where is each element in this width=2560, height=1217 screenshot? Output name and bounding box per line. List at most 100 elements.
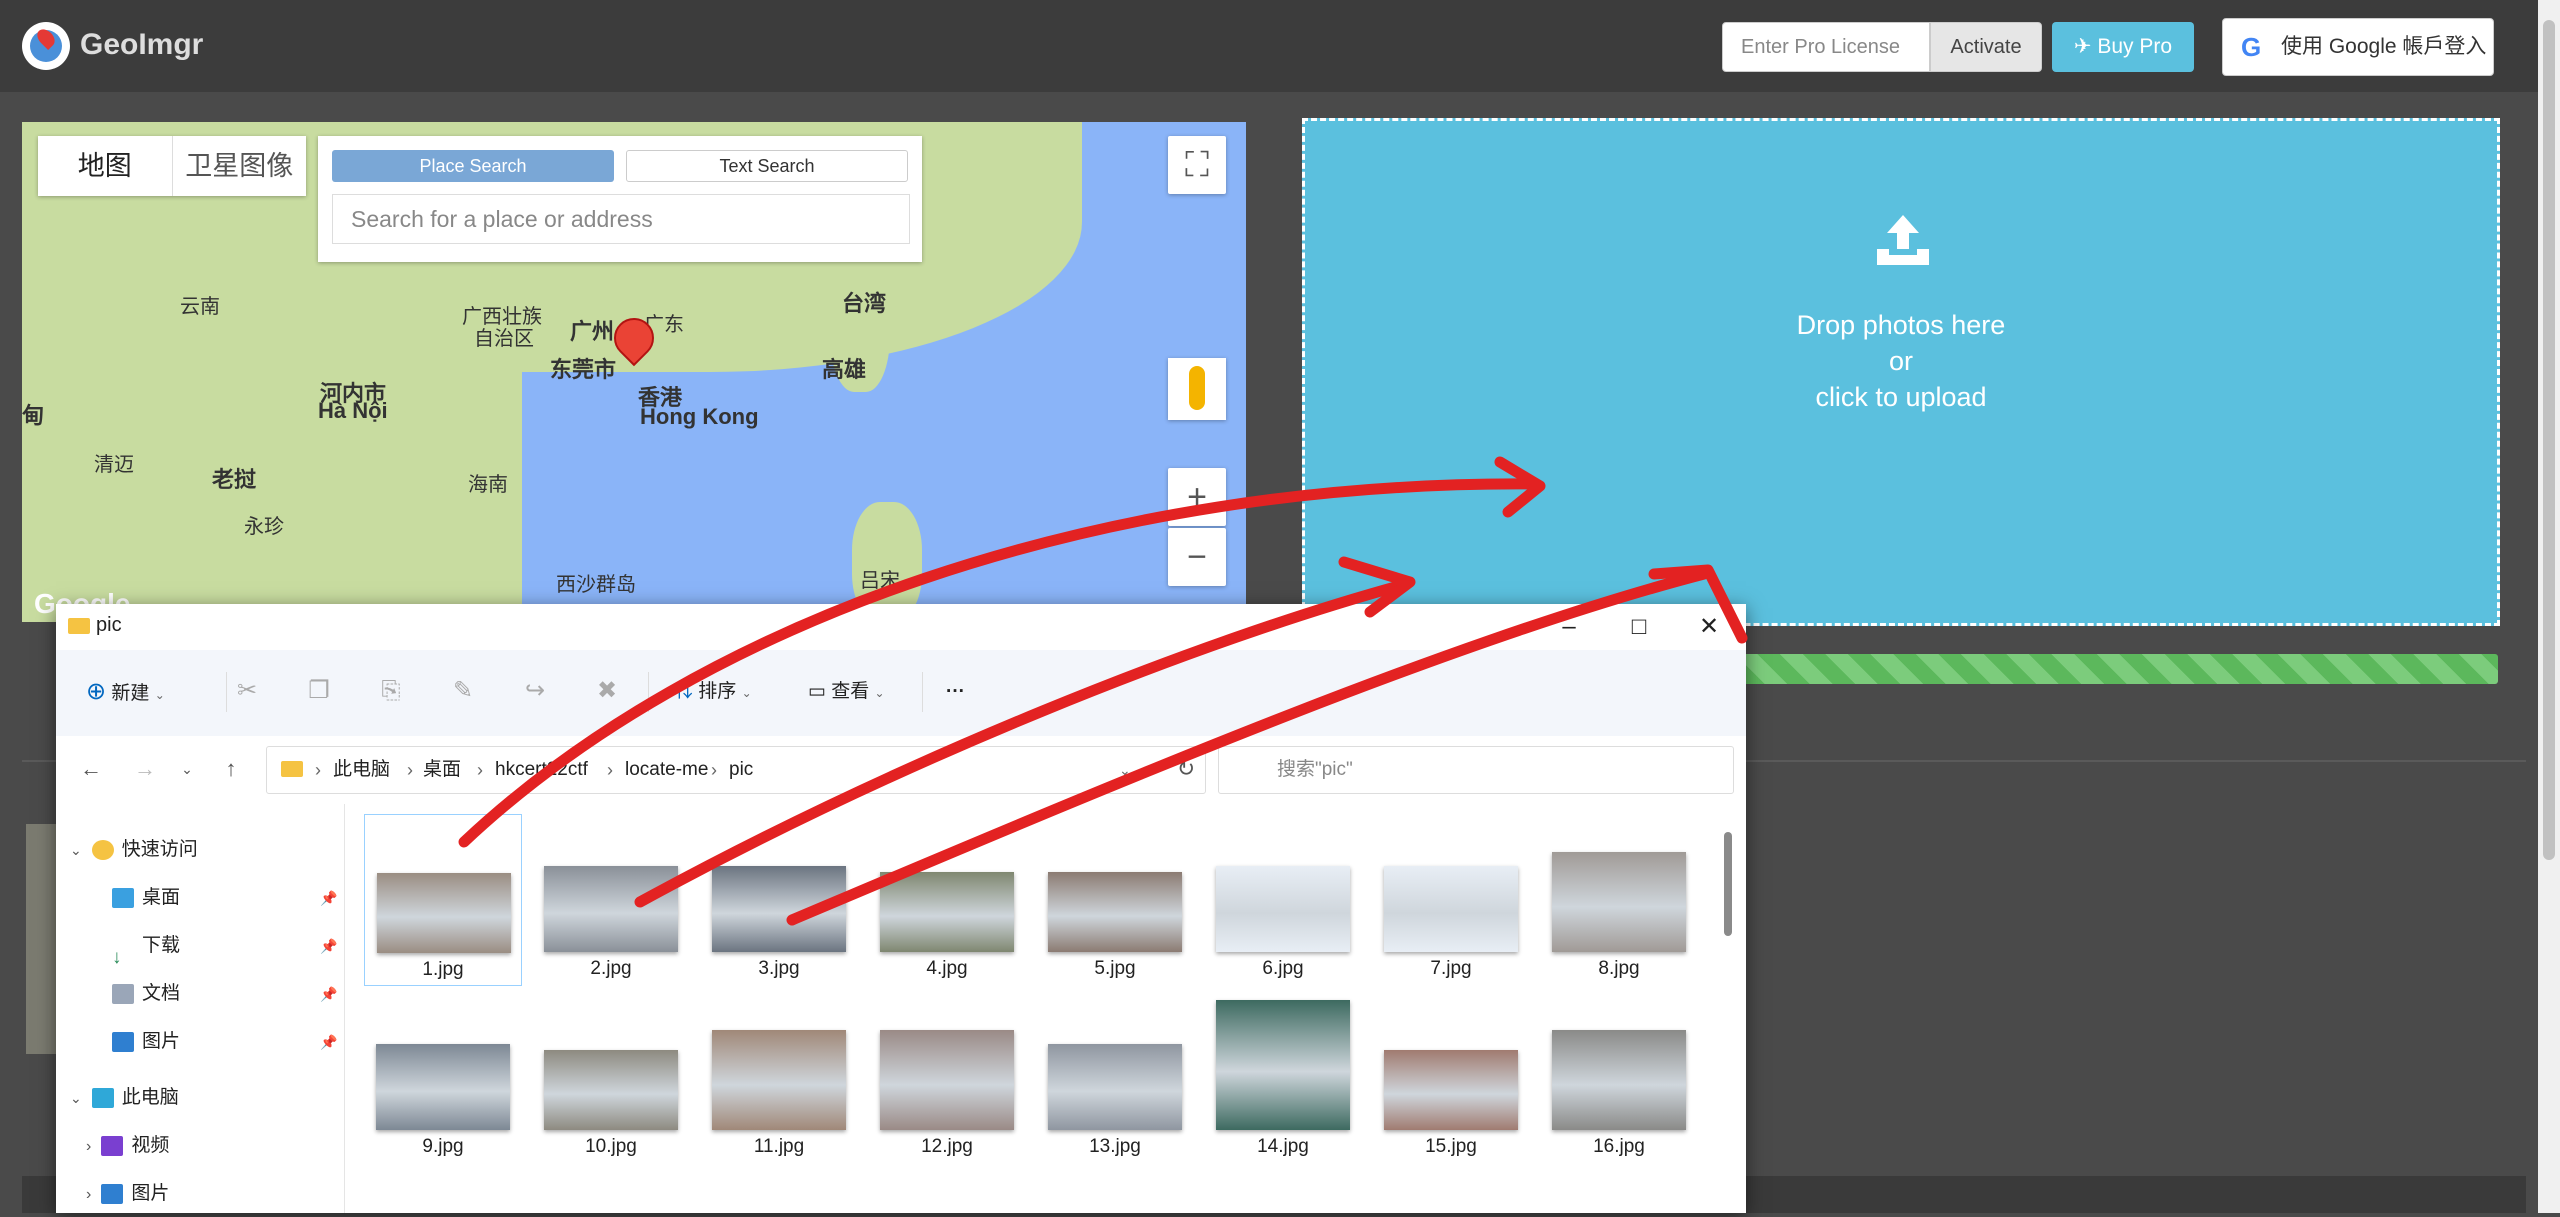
share-icon[interactable]: ↪ bbox=[520, 676, 550, 706]
top-navbar: GeoImgr Enter Pro License Activate ✈ Buy… bbox=[0, 0, 2538, 92]
computer-icon bbox=[91, 1087, 114, 1108]
chevron-down-icon[interactable]: ⌄ bbox=[1119, 747, 1131, 793]
breadcrumb-item[interactable]: 此电脑 bbox=[333, 747, 390, 793]
file-item[interactable]: 7.jpg bbox=[1372, 814, 1530, 986]
activate-button[interactable]: Activate bbox=[1930, 22, 2042, 72]
more-options-button[interactable]: ··· bbox=[946, 672, 965, 712]
view-button[interactable]: ▭ 查看 ⌄ bbox=[808, 672, 885, 712]
maximize-icon[interactable]: □ bbox=[1604, 604, 1674, 650]
file-name: 14.jpg bbox=[1257, 1136, 1309, 1157]
nav-videos[interactable]: › 视频 bbox=[86, 1124, 169, 1168]
new-label: 新建 bbox=[111, 683, 150, 704]
map-place-label: 清迈 bbox=[94, 454, 134, 476]
address-bar-row: ← → ⌄ ↑ › 此电脑 › 桌面 › hkcert22ctf › locat… bbox=[56, 736, 1746, 804]
file-name: 13.jpg bbox=[1089, 1136, 1141, 1157]
file-name: 6.jpg bbox=[1262, 958, 1304, 979]
image-thumbnail bbox=[1552, 852, 1686, 952]
fullscreen-icon[interactable]: ⛶ bbox=[1168, 136, 1226, 194]
nav-pictures[interactable]: 图片 bbox=[112, 1020, 180, 1064]
file-item[interactable]: 11.jpg bbox=[700, 992, 858, 1164]
street-view-pegman-icon[interactable] bbox=[1168, 358, 1226, 420]
nav-desktop[interactable]: 桌面 bbox=[112, 876, 180, 920]
pictures-icon bbox=[101, 1183, 124, 1204]
delete-icon[interactable]: ✖ bbox=[592, 676, 622, 706]
close-icon[interactable]: ✕ bbox=[1674, 604, 1744, 650]
file-item[interactable]: 4.jpg bbox=[868, 814, 1026, 986]
file-item[interactable]: 13.jpg bbox=[1036, 992, 1194, 1164]
chevron-down-icon: ⌄ bbox=[741, 686, 752, 700]
new-button[interactable]: ⊕ 新建 ⌄ bbox=[86, 672, 165, 712]
page-scrollbar-thumb[interactable] bbox=[2543, 20, 2555, 860]
file-item[interactable]: 14.jpg bbox=[1204, 992, 1362, 1164]
map-type-satellite-button[interactable]: 卫星图像 bbox=[173, 136, 307, 196]
nav-documents[interactable]: 文档 bbox=[112, 972, 180, 1016]
file-item[interactable]: 9.jpg bbox=[364, 992, 522, 1164]
chevron-down-icon: ⌄ bbox=[874, 686, 885, 700]
rename-icon[interactable]: ✎ bbox=[448, 676, 478, 706]
back-arrow-icon[interactable]: ← bbox=[76, 754, 106, 784]
zoom-out-button[interactable]: − bbox=[1168, 528, 1226, 586]
pro-license-input[interactable]: Enter Pro License bbox=[1722, 22, 1930, 72]
sort-icon: ⇅ bbox=[674, 681, 694, 702]
pin-icon[interactable]: 📌 bbox=[320, 938, 337, 955]
nav-this-pc[interactable]: ⌄ 此电脑 bbox=[70, 1076, 179, 1120]
up-arrow-icon[interactable]: ↑ bbox=[216, 754, 246, 784]
forward-arrow-icon[interactable]: → bbox=[130, 754, 160, 784]
map-place-label: 吕宋 bbox=[860, 570, 900, 592]
text-search-button[interactable]: Text Search bbox=[626, 150, 908, 182]
breadcrumb-item[interactable]: hkcert22ctf bbox=[495, 747, 588, 793]
place-search-button[interactable]: Place Search bbox=[332, 150, 614, 182]
image-thumbnail bbox=[1216, 866, 1350, 952]
map-place-label: 永珍 bbox=[244, 516, 284, 538]
pin-icon[interactable]: 📌 bbox=[320, 1034, 337, 1051]
file-item[interactable]: 8.jpg bbox=[1540, 814, 1698, 986]
map-type-map-button[interactable]: 地图 bbox=[38, 136, 173, 196]
breadcrumb-item[interactable]: 桌面 bbox=[423, 747, 461, 793]
breadcrumb-item[interactable]: locate-me bbox=[625, 747, 708, 793]
file-item[interactable]: 10.jpg bbox=[532, 992, 690, 1164]
geoimgr-logo[interactable] bbox=[22, 22, 70, 70]
file-explorer-window[interactable]: pic – □ ✕ ⊕ 新建 ⌄ ✂ ❐ ⎘ ✎ ↪ ✖ ⇅ 排序 ⌄ ▭ 查看… bbox=[56, 604, 1746, 1213]
upload-progress-bar bbox=[1742, 654, 2498, 684]
pin-icon[interactable]: 📌 bbox=[320, 986, 337, 1003]
map-view[interactable]: 云南 广西壮族 自治区 广州 广东 东莞市 香港 Hong Kong 台湾 高雄 河内市 Hà Nội… bbox=[22, 122, 1246, 622]
copy-icon[interactable]: ❐ bbox=[304, 676, 334, 706]
file-name: 1.jpg bbox=[422, 959, 464, 980]
pin-icon[interactable]: 📌 bbox=[320, 890, 337, 907]
file-item[interactable]: 3.jpg bbox=[700, 814, 858, 986]
file-item[interactable]: 15.jpg bbox=[1372, 992, 1530, 1164]
cut-icon[interactable]: ✂ bbox=[232, 676, 262, 706]
google-signin-button[interactable]: G 使用 Google 帳戶登入 bbox=[2222, 18, 2494, 76]
file-grid: 1.jpg 2.jpg 3.jpg 4.jpg 5.jpg 6.jpg 7.jpg 8.jpg… bbox=[364, 814, 1720, 1213]
file-item[interactable]: 1.jpg bbox=[364, 814, 522, 986]
image-thumbnail bbox=[1048, 1044, 1182, 1130]
file-item[interactable]: 16.jpg bbox=[1540, 992, 1698, 1164]
map-search-input[interactable]: Search for a place or address bbox=[332, 194, 910, 244]
file-list-scrollbar-thumb[interactable] bbox=[1724, 832, 1732, 936]
chevron-right-icon: › bbox=[315, 760, 321, 780]
nav-pictures-pc[interactable]: › 图片 bbox=[86, 1172, 169, 1216]
sort-button[interactable]: ⇅ 排序 ⌄ bbox=[674, 672, 752, 712]
file-item[interactable]: 6.jpg bbox=[1204, 814, 1362, 986]
file-item[interactable]: 2.jpg bbox=[532, 814, 690, 986]
explorer-titlebar[interactable]: pic – □ ✕ bbox=[56, 604, 1746, 650]
recent-locations-icon[interactable]: ⌄ bbox=[172, 754, 202, 784]
refresh-icon[interactable]: ↻ bbox=[1166, 746, 1206, 792]
file-item[interactable]: 12.jpg bbox=[868, 992, 1026, 1164]
paste-icon[interactable]: ⎘ bbox=[376, 676, 406, 706]
brand-name[interactable]: GeoImgr bbox=[80, 28, 203, 62]
nav-downloads[interactable]: ↓ 下载 bbox=[112, 924, 180, 968]
minimize-icon[interactable]: – bbox=[1534, 604, 1604, 650]
file-list-scrollbar[interactable] bbox=[1722, 814, 1734, 1213]
photo-dropzone[interactable]: Drop photos here or click to upload bbox=[1302, 118, 2500, 626]
page-scrollbar[interactable] bbox=[2538, 0, 2560, 1213]
pictures-icon bbox=[112, 1031, 134, 1052]
upload-icon bbox=[1877, 215, 1929, 265]
file-item[interactable]: 5.jpg bbox=[1036, 814, 1194, 986]
breadcrumb-item[interactable]: pic bbox=[729, 747, 753, 793]
zoom-in-button[interactable]: + bbox=[1168, 468, 1226, 526]
breadcrumb[interactable]: › 此电脑 › 桌面 › hkcert22ctf › locate-me › p… bbox=[266, 746, 1206, 794]
folder-search-input[interactable]: 搜索"pic" bbox=[1218, 746, 1734, 794]
nav-quick-access[interactable]: ⌄ 快速访问 bbox=[70, 828, 198, 872]
buy-pro-button[interactable]: ✈ Buy Pro bbox=[2052, 22, 2194, 72]
